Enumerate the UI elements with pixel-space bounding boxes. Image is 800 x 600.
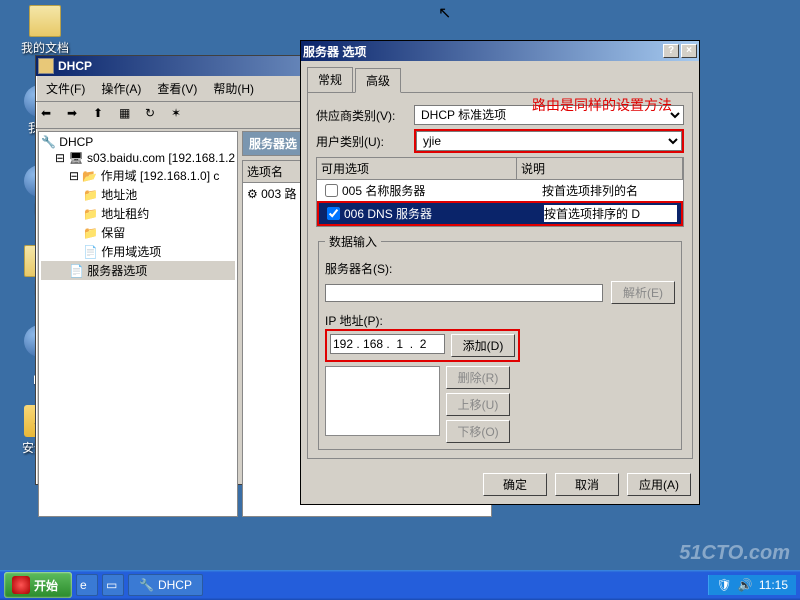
quicklaunch-ie[interactable]: e [76, 574, 98, 596]
dialog-tabs: 常规 高级 [301, 61, 699, 92]
annotation-text: 路由是同样的设置方法 [532, 95, 672, 115]
start-button[interactable]: 开始 [4, 572, 72, 598]
tree-pool[interactable]: 📁 地址池 [41, 185, 235, 204]
dialog-buttons: 确定 取消 应用(A) [301, 465, 699, 504]
ie-icon: e [80, 578, 87, 592]
data-entry-legend: 数据输入 [325, 233, 381, 250]
ip-input[interactable] [330, 334, 445, 354]
desktop-label: 我的文档 [10, 39, 80, 56]
remove-button[interactable]: 删除(R) [446, 366, 510, 389]
dialog-title: 服务器 选项 [303, 43, 366, 60]
watermark: 51CTO.com [679, 542, 790, 565]
userclass-label: 用户类别(U): [316, 133, 406, 150]
folder-icon [29, 5, 61, 37]
toolbar-back-icon[interactable]: ⬅ [40, 105, 60, 125]
desktop-icon-mydocs[interactable]: 我的文档 [10, 5, 80, 56]
toolbar-up-icon[interactable]: ⬆ [92, 105, 112, 125]
menu-file[interactable]: 文件(F) [40, 78, 91, 99]
up-button[interactable]: 上移(U) [446, 393, 510, 416]
help-button[interactable]: ? [663, 44, 679, 58]
toolbar-extra-icon[interactable]: ✶ [170, 105, 190, 125]
ok-button[interactable]: 确定 [483, 473, 547, 496]
resolve-button[interactable]: 解析(E) [611, 281, 675, 304]
taskbar: 开始 e ▭ 🔧 DHCP 🛡 🔊 11:15 [0, 570, 800, 600]
close-button[interactable]: × [681, 44, 697, 58]
apply-button[interactable]: 应用(A) [627, 473, 691, 496]
servername-input[interactable] [325, 284, 603, 302]
dialog-titlebar[interactable]: 服务器 选项 ? × [301, 41, 699, 61]
server-options-dialog: 服务器 选项 ? × 常规 高级 供应商类别(V): DHCP 标准选项 用户类… [300, 40, 700, 505]
task-dhcp[interactable]: 🔧 DHCP [128, 574, 203, 596]
tree-scopeopt[interactable]: 📄 作用域选项 [41, 242, 235, 261]
opt-005-checkbox[interactable] [325, 184, 338, 197]
tree-reserve[interactable]: 📁 保留 [41, 223, 235, 242]
down-button[interactable]: 下移(O) [446, 420, 510, 443]
options-table[interactable]: 可用选项 说明 005 名称服务器 按首选项排列的名 006 DNS 服务器 按… [316, 157, 684, 227]
system-tray[interactable]: 🛡 🔊 11:15 [708, 575, 796, 595]
vendor-label: 供应商类别(V): [316, 107, 406, 124]
opt-row-005[interactable]: 005 名称服务器 按首选项排列的名 [317, 180, 683, 201]
menu-view[interactable]: 查看(V) [151, 78, 203, 99]
tree-srvopt[interactable]: 📄 服务器选项 [41, 261, 235, 280]
tree-lease[interactable]: 📁 地址租约 [41, 204, 235, 223]
opt-006-checkbox[interactable] [327, 207, 340, 220]
servername-label: 服务器名(S): [325, 260, 405, 277]
dhcp-app-icon [38, 58, 54, 74]
ip-list[interactable] [325, 366, 440, 436]
tree-scope[interactable]: ⊟ 📂 作用域 [192.168.1.0] c [41, 166, 235, 185]
tree-root[interactable]: 🔧 DHCP [41, 134, 235, 150]
toolbar-refresh-icon[interactable]: ↻ [144, 105, 164, 125]
cancel-button[interactable]: 取消 [555, 473, 619, 496]
dhcp-tree[interactable]: 🔧 DHCP ⊟ 🖥 s03.baidu.com [192.168.1.2 ⊟ … [38, 131, 238, 517]
opt-row-007[interactable]: 007 日志服务器 子网上的 MIT_LCS [317, 226, 683, 227]
toolbar-props-icon[interactable]: ▦ [118, 105, 138, 125]
opt-col-available[interactable]: 可用选项 [317, 158, 517, 179]
dhcp-title: DHCP [58, 59, 92, 73]
add-button[interactable]: 添加(D) [451, 334, 515, 357]
opt-row-006[interactable]: 006 DNS 服务器 按首选项排序的 D [319, 203, 681, 224]
menu-help[interactable]: 帮助(H) [207, 78, 260, 99]
desktop-icon: ▭ [106, 578, 117, 592]
mouse-cursor: ↖ [438, 3, 451, 23]
quicklaunch-desktop[interactable]: ▭ [102, 574, 124, 596]
tray-clock[interactable]: 11:15 [759, 578, 788, 592]
data-entry-group: 数据输入 路由是同样的设置方法 服务器名(S): 解析(E) IP 地址(P):… [318, 233, 682, 450]
tray-volume-icon[interactable]: 🔊 [738, 578, 753, 592]
menu-action[interactable]: 操作(A) [95, 78, 147, 99]
tab-general[interactable]: 常规 [307, 67, 353, 92]
tray-shield-icon[interactable]: 🛡 [717, 578, 732, 592]
dhcp-task-icon: 🔧 [139, 578, 154, 592]
tab-advanced[interactable]: 高级 [355, 68, 401, 93]
userclass-select[interactable]: yjie [416, 131, 682, 151]
opt-col-desc[interactable]: 说明 [517, 158, 683, 179]
ip-label: IP 地址(P): [325, 312, 675, 329]
tab-content: 供应商类别(V): DHCP 标准选项 用户类别(U): yjie 可用选项 说… [307, 92, 693, 459]
tree-server[interactable]: ⊟ 🖥 s03.baidu.com [192.168.1.2 [41, 150, 235, 166]
toolbar-forward-icon[interactable]: ➡ [66, 105, 86, 125]
